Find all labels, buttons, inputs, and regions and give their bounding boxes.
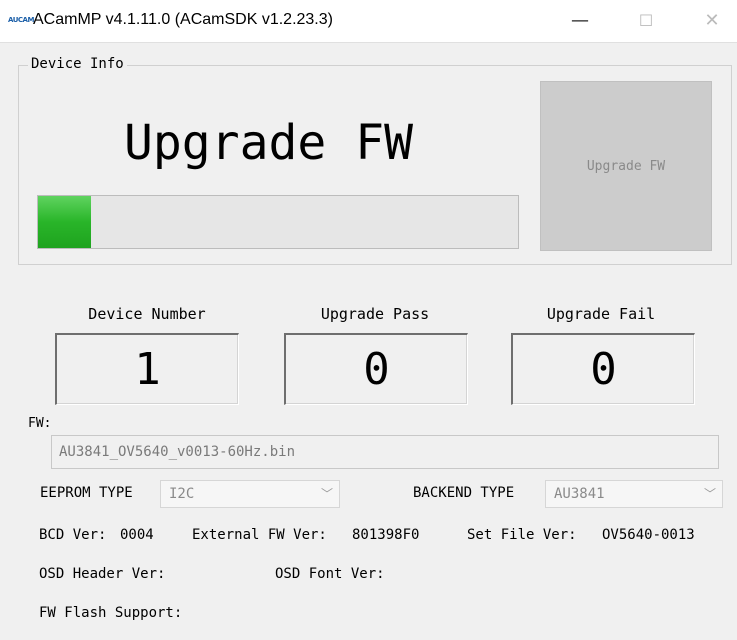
backend-type-label: BACKEND TYPE xyxy=(413,485,515,501)
eeprom-type-value: I2C xyxy=(169,486,195,502)
upgrade-pass-label: Upgrade Pass xyxy=(320,305,430,323)
backend-type-select[interactable]: AU3841 ﹀ xyxy=(545,480,723,508)
set-file-ver-value: OV5640-0013 xyxy=(602,527,695,543)
upgrade-pass-display: 0 xyxy=(284,333,468,405)
fw-flash-support-label: FW Flash Support: xyxy=(39,605,183,621)
external-fw-ver-label: External FW Ver: xyxy=(192,527,327,543)
bcd-ver-label: BCD Ver: xyxy=(39,527,107,543)
bcd-ver-value: 0004 xyxy=(120,527,154,543)
eeprom-type-select[interactable]: I2C ﹀ xyxy=(160,480,340,508)
device-number-label: Device Number xyxy=(88,305,206,323)
osd-header-ver-label: OSD Header Ver: xyxy=(39,566,166,582)
external-fw-ver-value: 801398F0 xyxy=(352,527,420,543)
app-logo-icon: AUCAM xyxy=(8,16,34,24)
close-button[interactable]: ✕ xyxy=(689,6,735,36)
upgrade-progress-bar xyxy=(37,195,519,249)
progress-fill xyxy=(38,196,91,248)
osd-font-ver-label: OSD Font Ver: xyxy=(275,566,385,582)
upgrade-fail-label: Upgrade Fail xyxy=(546,305,656,323)
set-file-ver-label: Set File Ver: xyxy=(467,527,577,543)
minimize-button[interactable]: — xyxy=(557,6,603,36)
fw-file-field[interactable]: AU3841_OV5640_v0013-60Hz.bin xyxy=(51,435,719,469)
device-number-display: 1 xyxy=(55,333,239,405)
upgrade-headline: Upgrade FW xyxy=(124,115,413,171)
eeprom-type-label: EEPROM TYPE xyxy=(40,485,133,501)
window-title: ACamMP v4.1.11.0 (ACamSDK v1.2.23.3) xyxy=(33,11,333,28)
chevron-down-icon: ﹀ xyxy=(703,487,716,501)
upgrade-fw-button[interactable]: Upgrade FW xyxy=(540,81,712,251)
fw-label: FW: xyxy=(28,416,52,431)
upgrade-fail-display: 0 xyxy=(511,333,695,405)
title-bar: AUCAM ACamMP v4.1.11.0 (ACamSDK v1.2.23.… xyxy=(0,0,737,43)
device-info-label: Device Info xyxy=(28,56,127,72)
chevron-down-icon: ﹀ xyxy=(320,487,333,501)
maximize-button[interactable]: ☐ xyxy=(623,6,669,36)
backend-type-value: AU3841 xyxy=(554,486,605,502)
